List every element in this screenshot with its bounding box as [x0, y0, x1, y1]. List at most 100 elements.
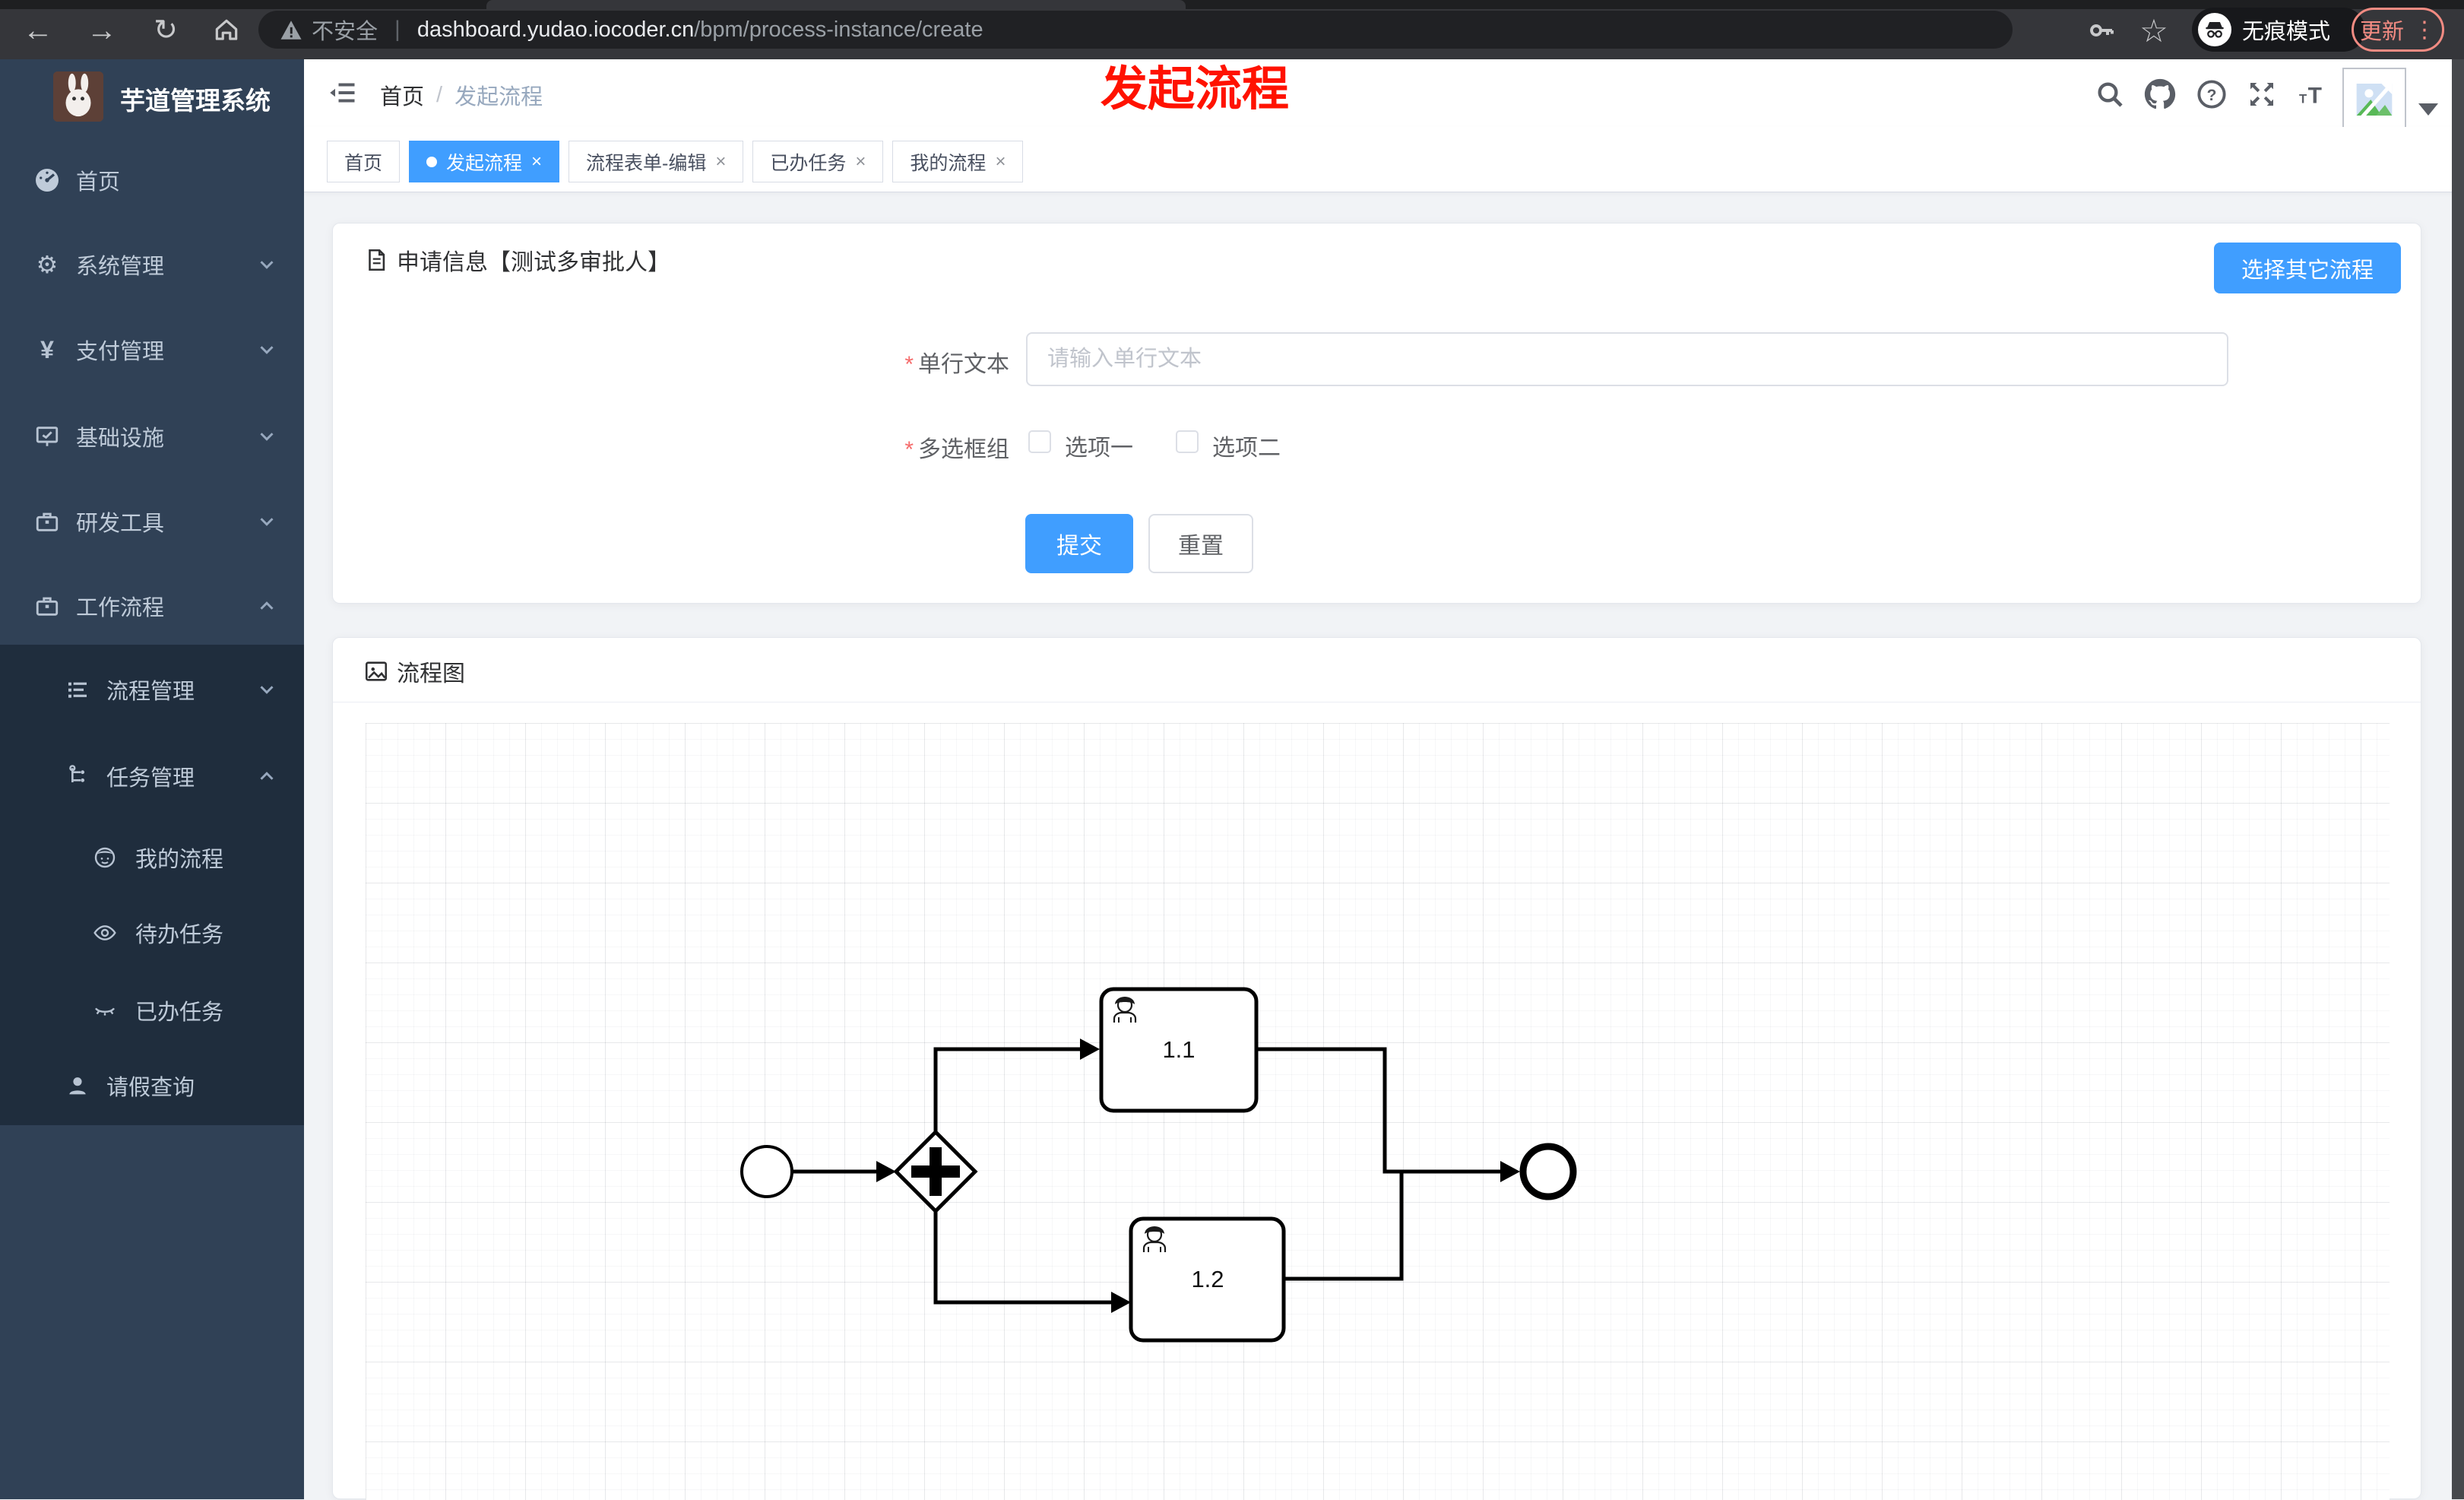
reset-button[interactable]: 重置: [1148, 514, 1253, 573]
browser-home-button[interactable]: [207, 11, 246, 50]
sidebar-item-leave-query[interactable]: 请假查询: [0, 1064, 304, 1108]
bpmn-diagram: 1.1 1.2: [740, 987, 1577, 1343]
page-scrollbar[interactable]: [2452, 59, 2464, 1499]
sidebar-item-my-process[interactable]: 我的流程: [0, 836, 304, 880]
chevron-down-icon: [260, 261, 274, 269]
bpmn-start-event[interactable]: [740, 1145, 793, 1198]
sidebar-item-label: 支付管理: [76, 340, 165, 364]
url-bar[interactable]: 不安全 | dashboard.yudao.iocoder.cn/bpm/pro…: [258, 11, 2013, 49]
face-icon: [91, 844, 119, 871]
bpmn-flow-gateway-task1: [933, 1047, 1080, 1132]
bpmn-end-event[interactable]: [1519, 1143, 1577, 1200]
checkbox-option-2[interactable]: [1176, 430, 1199, 453]
tab-start-process[interactable]: 发起流程 ×: [409, 141, 560, 182]
collapse-sidebar-icon[interactable]: [327, 79, 357, 106]
tab-done-tasks[interactable]: 已办任务 ×: [752, 141, 884, 182]
chevron-up-icon: [260, 601, 274, 610]
browser-reload-button[interactable]: ↻: [146, 11, 185, 50]
dashboard-icon: [33, 166, 61, 194]
bookmark-star-icon[interactable]: ☆: [2134, 11, 2174, 50]
sidebar-item-workflow[interactable]: 工作流程: [0, 584, 304, 628]
tab-home[interactable]: 首页: [327, 141, 401, 182]
sidebar-item-label: 流程管理: [106, 680, 195, 704]
single-line-text-input[interactable]: [1026, 332, 2228, 386]
tab-label: 首页: [344, 152, 383, 174]
checkbox-option-1-label[interactable]: 选项一: [1065, 429, 1133, 462]
sidebar-item-payment[interactable]: ¥ 支付管理: [0, 328, 304, 372]
browser-menu-dots-icon[interactable]: ⋮: [2413, 17, 2436, 43]
url-host: dashboard.yudao.iocoder.cn: [416, 17, 695, 42]
github-icon[interactable]: [2142, 76, 2178, 113]
avatar-dropdown-caret[interactable]: [2418, 103, 2438, 116]
password-key-icon[interactable]: [2081, 11, 2120, 50]
home-icon: [215, 19, 238, 40]
browser-back-button[interactable]: ←: [18, 11, 58, 50]
checkbox-option-2-label[interactable]: 选项二: [1212, 429, 1281, 462]
checkbox-option-1[interactable]: [1028, 430, 1051, 453]
sidebar-item-system[interactable]: ⚙ 系统管理: [0, 243, 304, 287]
checkbox-group-label: * 多选框组: [904, 437, 1009, 462]
tab-close-icon[interactable]: ×: [995, 151, 1006, 173]
fullscreen-icon[interactable]: [2244, 76, 2280, 113]
picture-icon: [365, 661, 388, 681]
bpmn-flow-task1-end: [1256, 1047, 1500, 1174]
bpmn-arrowhead: [876, 1161, 896, 1182]
briefcase-icon: [33, 592, 61, 620]
sidebar-item-home[interactable]: 首页: [0, 158, 304, 202]
tab-close-icon[interactable]: ×: [531, 151, 542, 173]
required-asterisk: *: [904, 352, 914, 377]
sidebar-item-infra[interactable]: 基础设施: [0, 414, 304, 458]
user-avatar[interactable]: [2342, 68, 2406, 132]
font-size-icon[interactable]: TT: [2292, 76, 2329, 113]
bpmn-canvas[interactable]: 1.1 1.2: [366, 723, 2390, 1500]
tab-process-form-edit[interactable]: 流程表单-编辑 ×: [568, 141, 744, 182]
sidebar-item-devtools[interactable]: 研发工具: [0, 499, 304, 544]
tab-label: 流程表单-编辑: [586, 152, 707, 174]
tab-close-icon[interactable]: ×: [855, 151, 866, 173]
yen-icon: ¥: [40, 335, 54, 363]
help-icon[interactable]: ?: [2193, 76, 2230, 113]
tab-close-icon[interactable]: ×: [715, 151, 726, 173]
incognito-badge: 无痕模式: [2192, 8, 2365, 52]
search-icon[interactable]: [2092, 76, 2128, 113]
choose-other-process-button[interactable]: 选择其它流程: [2213, 243, 2401, 293]
sidebar-item-label: 基础设施: [76, 427, 165, 451]
bpmn-arrowhead: [1080, 1039, 1100, 1060]
browser-tab-strip: [0, 0, 2464, 9]
sidebar-item-process-mgmt[interactable]: 流程管理: [0, 668, 304, 712]
annotation-overlay-text: 发起流程: [1101, 63, 1290, 116]
sidebar-item-done-tasks[interactable]: 已办任务: [0, 988, 304, 1032]
tab-my-process[interactable]: 我的流程 ×: [892, 141, 1024, 182]
bpmn-arrowhead: [1111, 1292, 1131, 1313]
list-icon: [64, 676, 91, 703]
update-button[interactable]: 更新 ⋮: [2352, 8, 2444, 52]
apply-card-header: 申请信息【测试多审批人】: [363, 243, 670, 277]
sidebar-logo[interactable]: 芋道管理系统: [0, 59, 304, 138]
incognito-label: 无痕模式: [2242, 20, 2331, 44]
gear-icon: ⚙: [36, 251, 59, 278]
tab-label: 已办任务: [770, 152, 847, 174]
bpmn-task1-label: 1.1: [1162, 1036, 1195, 1063]
eye-closed-icon: [91, 997, 119, 1024]
sidebar-item-label: 首页: [76, 170, 121, 195]
sidebar-submenu-background: [0, 645, 304, 1125]
chevron-up-icon: [260, 772, 274, 780]
submit-button[interactable]: 提交: [1025, 514, 1133, 573]
tab-label: 发起流程: [446, 152, 523, 174]
required-asterisk: *: [904, 437, 914, 462]
browser-forward-button[interactable]: →: [82, 11, 122, 50]
browser-active-tab[interactable]: [486, 0, 1186, 9]
toolbox-icon: [33, 508, 61, 535]
security-label: 不安全: [312, 20, 378, 44]
apply-card-title: 申请信息【测试多审批人】: [397, 250, 670, 275]
sidebar-item-task-mgmt[interactable]: 任务管理: [0, 754, 304, 798]
breadcrumb-separator: /: [436, 82, 443, 107]
svg-text:T: T: [2308, 84, 2322, 109]
url-path: /bpm/process-instance/create: [694, 17, 983, 42]
topbar: 首页 / 发起流程 ? TT: [304, 59, 2464, 127]
chevron-down-icon: [260, 346, 274, 354]
bpmn-flow-gateway-task2: [933, 1211, 1111, 1305]
breadcrumb-home[interactable]: 首页: [380, 79, 424, 111]
diagram-card-title: 流程图: [397, 661, 465, 687]
sidebar-item-todo-tasks[interactable]: 待办任务: [0, 911, 304, 955]
